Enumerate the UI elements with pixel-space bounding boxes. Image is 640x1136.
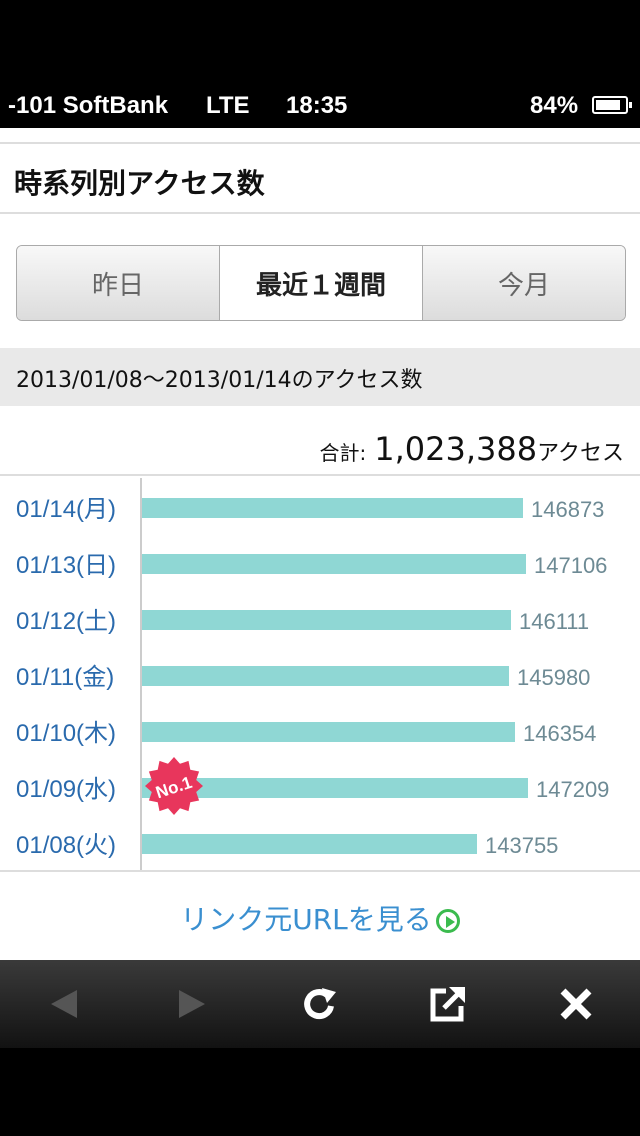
bar-value-label: 146354 (523, 721, 596, 746)
date-range-header: 2013/01/08〜2013/01/14のアクセス数 (0, 348, 640, 406)
page-header: 時系列別アクセス数 (0, 142, 640, 214)
bar-value-label: 146873 (531, 497, 604, 522)
close-button[interactable] (512, 960, 640, 1048)
bar-value-label: 143755 (485, 833, 558, 858)
category-label: 01/10(木) (16, 720, 116, 747)
date-range-label: 2013/01/08〜2013/01/14のアクセス数 (16, 368, 423, 393)
reload-button[interactable] (256, 960, 384, 1048)
web-content: 時系列別アクセス数 昨日 最近１週間 今月 2013/01/08〜2013/01… (0, 128, 640, 960)
reload-icon (304, 988, 336, 1020)
forward-button[interactable] (128, 960, 256, 1048)
total-label: 合計: (319, 441, 367, 465)
network-label: LTE (206, 92, 250, 119)
bar-value-label: 146111 (519, 609, 589, 634)
browser-toolbar (0, 960, 640, 1048)
bar (142, 610, 511, 630)
bar-value-label: 147106 (534, 553, 607, 578)
status-bar: -101 SoftBank LTE 18:35 84% (0, 0, 640, 128)
close-icon (560, 988, 592, 1020)
total-value: 1,023,388 (374, 430, 538, 468)
bar-value-label: 145980 (517, 665, 590, 690)
battery-icon (592, 96, 632, 114)
total-unit: アクセス (537, 441, 624, 466)
referrer-link[interactable]: リンク元URLを見る (0, 898, 640, 938)
bar (142, 834, 477, 854)
share-button[interactable] (384, 960, 512, 1048)
tab-this-month[interactable]: 今月 (423, 246, 625, 320)
category-label: 01/12(土) (16, 608, 116, 635)
forward-icon (179, 990, 205, 1018)
total-access: 合計: 1,023,388 アクセス (319, 430, 624, 468)
bar (142, 722, 515, 742)
back-icon (51, 990, 77, 1018)
category-label: 01/09(水) (16, 776, 116, 803)
back-button[interactable] (0, 960, 128, 1048)
play-arrow-icon (435, 909, 460, 933)
bar (142, 554, 526, 574)
chart-bottom-divider (0, 870, 640, 872)
tab-yesterday[interactable]: 昨日 (17, 246, 220, 320)
battery-percent: 84% (530, 92, 579, 119)
period-segmented-control: 昨日 最近１週間 今月 (16, 245, 626, 321)
category-label: 01/14(月) (16, 496, 116, 523)
bar (142, 666, 509, 686)
clock: 18:35 (286, 92, 348, 119)
bar-value-label: 147209 (536, 777, 609, 802)
share-icon (430, 987, 465, 1022)
carrier-label: -101 SoftBank (8, 92, 169, 119)
referrer-link-label[interactable]: リンク元URLを見る (180, 903, 432, 936)
category-label: 01/13(日) (16, 552, 116, 579)
tab-last-week[interactable]: 最近１週間 (220, 246, 423, 320)
chart-top-divider (0, 474, 640, 476)
access-bar-chart: 01/14(月) 146873 01/13(日) 147106 01/12(土) 1461… (16, 496, 609, 859)
category-label: 01/08(火) (16, 832, 116, 859)
page-title: 時系列別アクセス数 (14, 167, 265, 200)
bar (142, 498, 523, 518)
category-label: 01/11(金) (16, 664, 114, 691)
